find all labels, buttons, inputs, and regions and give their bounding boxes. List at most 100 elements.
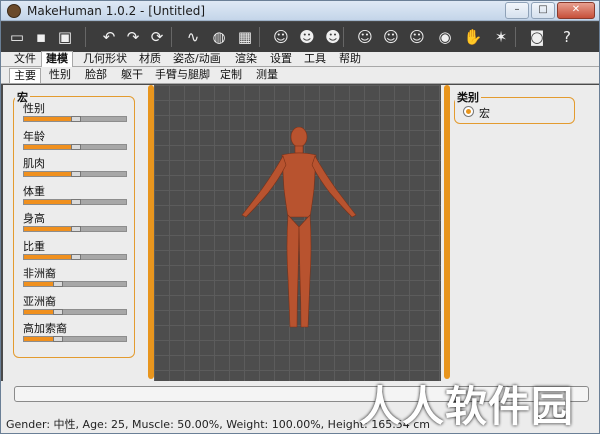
slider-row: 高加索裔 [23, 322, 131, 342]
undo-icon[interactable]: ↶ [97, 25, 121, 49]
tab-1[interactable]: 建模 [41, 51, 73, 67]
slider-row: 比重 [23, 240, 131, 260]
slider-track[interactable] [23, 336, 127, 342]
subtab-3[interactable]: 躯干 [117, 68, 147, 83]
human-model[interactable] [234, 127, 364, 332]
slider-label: 年龄 [23, 129, 45, 143]
minimize-button[interactable]: – [505, 2, 529, 19]
slider-handle[interactable] [71, 253, 81, 260]
main-toolbar: ▭ ▪ ▣ ↶ ↷ ⟳ ∿ ◍ ▦ ☺ ☻ ☻ ☺ ☺ ☺ ◉ ✋ ✶ ◙? [1, 22, 599, 52]
tab-6[interactable]: 设置 [266, 52, 296, 67]
watermark: 人人软件园 [359, 382, 575, 431]
tab-4[interactable]: 姿态/动画 [169, 52, 225, 67]
redo-icon[interactable]: ↷ [121, 25, 145, 49]
3d-viewport[interactable] [154, 85, 441, 381]
hands-icon[interactable]: ✋ [461, 25, 485, 49]
close-button[interactable]: ✕ [557, 2, 595, 19]
toolbar-separator [343, 27, 344, 47]
skeleton-icon[interactable]: ✶ [489, 25, 513, 49]
slider-track[interactable] [23, 198, 127, 205]
toolbar-separator [171, 27, 172, 47]
slider-row: 体重 [23, 185, 131, 205]
reset-icon[interactable]: ⟳ [145, 25, 169, 49]
tab-0[interactable]: 文件 [10, 52, 40, 67]
right-panel: 类别 宏 [441, 85, 599, 381]
slider-row: 身高 [23, 212, 131, 232]
right-scrollbar[interactable] [444, 85, 450, 379]
slider-row: 亚洲裔 [23, 295, 131, 315]
slider-handle[interactable] [71, 143, 81, 150]
head-side-icon[interactable]: ☺ [379, 25, 403, 49]
tab-2[interactable]: 几何形状 [79, 52, 131, 67]
toolbar-separator [85, 27, 86, 47]
slider-row: 非洲裔 [23, 267, 131, 287]
slider-fill [24, 254, 76, 259]
slider-row: 年龄 [23, 130, 131, 150]
save-icon[interactable]: ▪ [29, 25, 53, 49]
radio-selected-icon[interactable] [463, 106, 474, 117]
app-window: MakeHuman 1.0.2 - [Untitled] – □ ✕ ▭ ▪ ▣ ↶ ↷… [0, 0, 600, 434]
left-panel: 宏 性别 年龄 肌肉 体重 身高 比重 非洲裔 亚洲裔 高加索裔 [3, 85, 154, 381]
subtab-4[interactable]: 手臂与腿脚 [151, 68, 214, 83]
smooth-icon[interactable]: ∿ [181, 25, 205, 49]
subtab-0[interactable]: 主要 [9, 68, 41, 83]
slider-handle[interactable] [71, 226, 81, 232]
subtab-2[interactable]: 脸部 [81, 68, 111, 83]
sub-tab-bar: 主要 性别 脸部 躯干 手臂与腿脚 定制 测量 [1, 67, 599, 84]
category-option-label: 宏 [479, 107, 490, 120]
slider-label: 体重 [23, 184, 45, 198]
tab-5[interactable]: 渲染 [231, 52, 261, 67]
slider-track[interactable] [23, 308, 127, 315]
slider-fill [24, 144, 76, 149]
slider-label: 身高 [23, 212, 45, 225]
slider-handle[interactable] [71, 198, 81, 205]
slider-handle[interactable] [53, 336, 63, 342]
slider-row: 性别 [23, 102, 131, 122]
subtab-6[interactable]: 测量 [252, 68, 282, 83]
front-view-icon[interactable]: ☺ [269, 25, 293, 49]
subtab-5[interactable]: 定制 [216, 68, 246, 83]
title-bar: MakeHuman 1.0.2 - [Untitled] – □ ✕ [1, 1, 599, 21]
app-logo-icon [7, 4, 21, 18]
slider-track[interactable] [23, 116, 127, 122]
slider-label: 亚洲裔 [23, 294, 56, 308]
slider-fill [24, 227, 76, 231]
slider-fill [24, 199, 76, 204]
background-checker-icon[interactable]: ▦ [233, 25, 257, 49]
slider-label: 比重 [23, 239, 45, 253]
category-title: 类别 [455, 89, 481, 105]
toolbar-separator [515, 27, 516, 47]
slider-handle[interactable] [71, 116, 81, 122]
slider-track[interactable] [23, 171, 127, 177]
head-front-icon[interactable]: ☺ [353, 25, 377, 49]
slider-handle[interactable] [71, 171, 81, 177]
open-icon[interactable]: ▭ [5, 25, 29, 49]
window-title: MakeHuman 1.0.2 - [Untitled] [27, 4, 206, 18]
slider-handle[interactable] [53, 281, 63, 287]
slider-fill [24, 172, 76, 176]
slider-label: 性别 [23, 102, 45, 115]
camera-icon[interactable]: ◙ [525, 25, 549, 49]
slider-row: 肌肉 [23, 157, 131, 177]
subtab-1[interactable]: 性别 [45, 68, 75, 83]
slider-track[interactable] [23, 226, 127, 232]
slider-fill [24, 117, 76, 121]
wireframe-icon[interactable]: ◍ [207, 25, 231, 49]
slider-track[interactable] [23, 281, 127, 287]
head-top-icon[interactable]: ☺ [405, 25, 429, 49]
eye-view-icon[interactable]: ◉ [433, 25, 457, 49]
slider-handle[interactable] [53, 308, 63, 315]
maximize-button[interactable]: □ [531, 2, 555, 19]
main-tab-bar: 文件 建模 几何形状 材质 姿态/动画 渲染 设置 工具 帮助 [1, 51, 599, 67]
slider-track[interactable] [23, 253, 127, 260]
tab-8[interactable]: 帮助 [335, 52, 365, 67]
left-view-icon[interactable]: ☻ [321, 25, 345, 49]
slider-label: 非洲裔 [23, 267, 56, 280]
tab-7[interactable]: 工具 [300, 52, 330, 67]
tab-3[interactable]: 材质 [135, 52, 165, 67]
toolbar-separator [259, 27, 260, 47]
help-icon[interactable]: ? [555, 25, 579, 49]
back-view-icon[interactable]: ☻ [295, 25, 319, 49]
export-icon[interactable]: ▣ [53, 25, 77, 49]
slider-track[interactable] [23, 143, 127, 150]
